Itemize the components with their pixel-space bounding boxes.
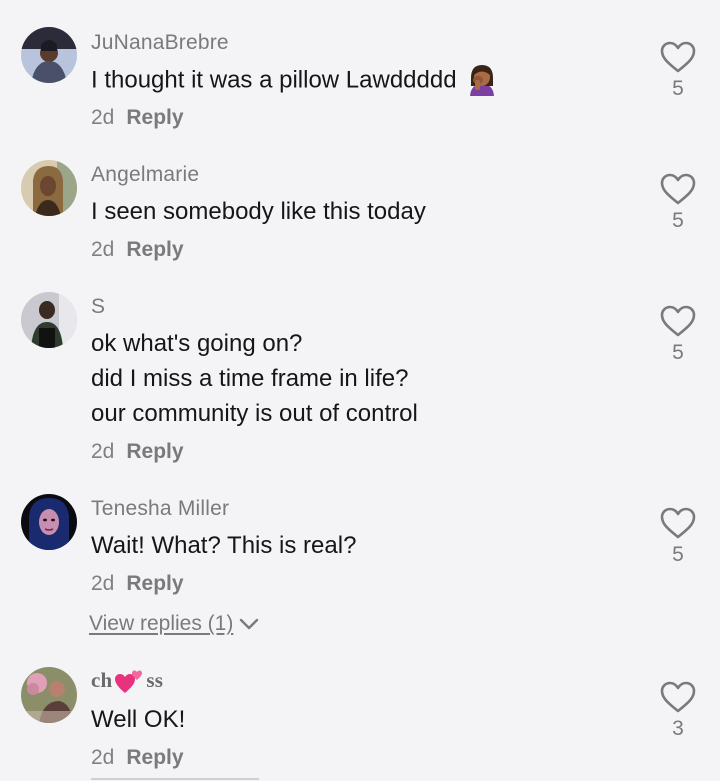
like-button[interactable]: 5 <box>658 172 698 233</box>
heart-outline-icon[interactable] <box>659 172 697 206</box>
comment-text-line: did I miss a time frame in life? <box>91 365 409 392</box>
heart-outline-icon[interactable] <box>659 40 697 74</box>
comment-text-line: ok what's going on? <box>91 330 303 357</box>
username-part: ss <box>146 668 164 692</box>
chevron-down-icon[interactable] <box>239 617 259 631</box>
reply-button[interactable]: Reply <box>126 238 183 261</box>
like-count: 5 <box>672 341 684 364</box>
heart-outline-icon[interactable] <box>659 680 697 714</box>
divider <box>91 778 259 780</box>
heart-outline-icon[interactable] <box>659 304 697 338</box>
comment-username[interactable]: S <box>91 295 105 319</box>
like-count: 5 <box>672 543 684 566</box>
comment-meta: 2d Reply <box>91 106 184 130</box>
comment-age: 2d <box>91 106 115 129</box>
heart-outline-icon[interactable] <box>659 506 697 540</box>
like-button[interactable]: 5 <box>658 506 698 567</box>
avatar[interactable] <box>21 494 77 550</box>
comment-text: Wait! What? This is real? <box>91 532 357 559</box>
like-button[interactable]: 5 <box>658 40 698 101</box>
like-button[interactable]: 3 <box>658 680 698 741</box>
like-button[interactable]: 5 <box>658 304 698 365</box>
comment-text: Well OK! <box>91 706 186 733</box>
comment-meta: 2d Reply <box>91 238 184 262</box>
comment-meta: 2d Reply <box>91 440 184 464</box>
avatar[interactable] <box>21 27 77 83</box>
comment-meta: 2d Reply <box>91 572 184 596</box>
comment-age: 2d <box>91 746 115 769</box>
view-replies-label[interactable]: View replies (1) <box>89 612 233 635</box>
comment-age: 2d <box>91 238 115 261</box>
avatar[interactable] <box>21 667 77 723</box>
comment-age: 2d <box>91 572 115 595</box>
comment-username[interactable]: JuNanaBrebre <box>91 31 229 55</box>
comment-age: 2d <box>91 440 115 463</box>
comment-username[interactable]: Tenesha Miller <box>91 497 229 521</box>
comment-meta: 2d Reply <box>91 746 184 770</box>
woman-facepalming-emoji <box>469 65 494 96</box>
comments-panel: JuNanaBrebre I thought it was a pillow L… <box>0 0 720 781</box>
comment-username[interactable]: ch ss <box>91 668 163 694</box>
comment-text-line: our community is out of control <box>91 400 418 427</box>
avatar[interactable] <box>21 160 77 216</box>
reply-button[interactable]: Reply <box>126 440 183 463</box>
two-hearts-emoji <box>115 670 143 694</box>
avatar[interactable] <box>21 292 77 348</box>
comment-text: I thought it was a pillow Lawddddd <box>91 65 499 96</box>
like-count: 5 <box>672 209 684 232</box>
comment-text: I seen somebody like this today <box>91 198 426 225</box>
comment-text-line: I thought it was a pillow Lawddddd <box>91 66 457 94</box>
like-count: 5 <box>672 77 684 100</box>
reply-button[interactable]: Reply <box>126 746 183 769</box>
view-replies-button[interactable]: View replies (1) <box>89 612 259 636</box>
comment-username[interactable]: Angelmarie <box>91 163 199 187</box>
reply-button[interactable]: Reply <box>126 106 183 129</box>
reply-button[interactable]: Reply <box>126 572 183 595</box>
username-part: ch <box>91 668 113 692</box>
like-count: 3 <box>672 717 684 740</box>
